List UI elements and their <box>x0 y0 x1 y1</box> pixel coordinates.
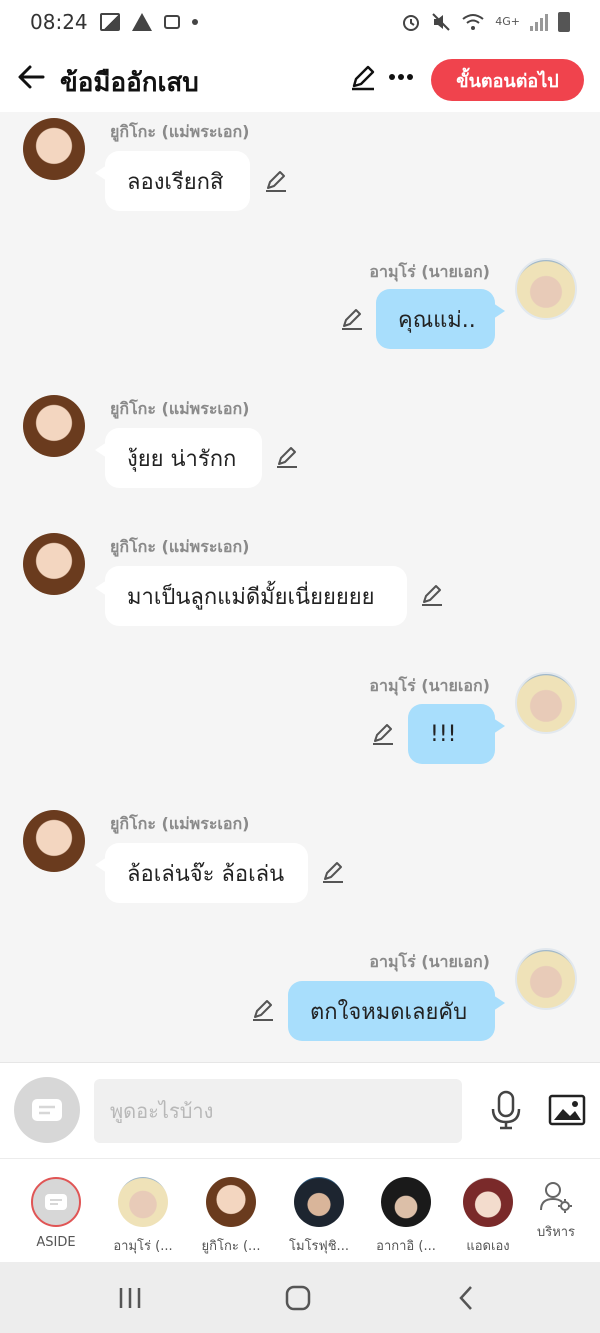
top-header: ข้อมืออักเสบ ขั้นตอนต่อไป <box>0 44 600 112</box>
note-icon <box>32 1099 62 1121</box>
video-icon <box>163 15 180 29</box>
back-button[interactable] <box>14 60 48 94</box>
system-nav-bar <box>0 1262 600 1333</box>
edit-message-icon[interactable] <box>419 582 445 608</box>
voice-button[interactable] <box>488 1089 524 1131</box>
avatar-yukiko[interactable] <box>23 810 85 872</box>
character-amuro[interactable]: อามุโร่ (... <box>103 1177 183 1256</box>
chevron-left-icon <box>459 1286 472 1310</box>
sender-name: ยูกิโกะ (แม่พระเอก) <box>110 814 250 833</box>
avatar <box>294 1177 344 1227</box>
sender-name: อามุโร่ (นายเอก) <box>369 952 490 971</box>
status-bar: 08:24 4G+ <box>0 0 600 44</box>
pencil-icon <box>352 65 375 91</box>
gallery-icon <box>99 13 120 31</box>
avatar-amuro[interactable] <box>515 258 577 320</box>
composer <box>0 1062 600 1158</box>
avatar-amuro[interactable] <box>515 672 577 734</box>
message-bubble[interactable]: !!! <box>408 704 505 764</box>
aside-button[interactable] <box>14 1077 80 1143</box>
character-name: อามุโร่ (... <box>113 1239 173 1254</box>
notification-dot-icon <box>191 19 198 25</box>
recent-apps-button[interactable] <box>110 1280 150 1316</box>
character-name: อากาอิ (... <box>376 1239 436 1254</box>
page-title: ข้อมืออักเสบ <box>60 68 199 98</box>
network-type: 4G+ <box>495 15 520 28</box>
note-icon <box>45 1194 67 1210</box>
wifi-icon <box>462 14 484 30</box>
sender-name: อามุโร่ (นายเอก) <box>369 262 490 281</box>
back-nav-button[interactable] <box>446 1280 486 1316</box>
arrow-left-icon <box>18 65 45 89</box>
sender-name: อามุโร่ (นายเอก) <box>369 676 490 695</box>
image-icon <box>548 1094 586 1126</box>
message-bubble[interactable]: มาเป็นลูกแม่ดีมั้ยเนี่ยยยยย <box>95 566 407 626</box>
character-yukiko[interactable]: ยูกิโกะ (... <box>191 1177 271 1256</box>
edit-message-icon[interactable] <box>320 859 346 885</box>
character-aside[interactable]: ASIDE <box>16 1177 96 1250</box>
status-time: 08:24 <box>30 10 88 34</box>
character-name: ยูกิโกะ (... <box>201 1239 261 1254</box>
edit-message-icon[interactable] <box>339 306 365 332</box>
character-akai[interactable]: อากาอิ (... <box>366 1177 446 1256</box>
manage-label: บริหาร <box>536 1225 576 1240</box>
mute-icon <box>432 13 450 31</box>
battery-icon <box>558 12 570 32</box>
signal-icon <box>530 13 548 31</box>
message-bubble[interactable]: คุณแม่.. <box>376 289 505 349</box>
edit-message-icon[interactable] <box>250 997 276 1023</box>
edit-message-icon[interactable] <box>370 721 396 747</box>
microphone-icon <box>491 1090 521 1130</box>
avatar-amuro[interactable] <box>515 948 577 1010</box>
character-admin[interactable]: แอดเอง <box>448 1177 528 1256</box>
avatar <box>206 1177 256 1227</box>
recent-apps-icon <box>119 1288 141 1308</box>
avatar <box>381 1177 431 1227</box>
avatar-yukiko[interactable] <box>23 395 85 457</box>
message-input[interactable] <box>94 1079 462 1143</box>
next-step-button[interactable]: ขั้นตอนต่อไป <box>431 59 584 101</box>
aside-avatar <box>31 1177 81 1227</box>
sender-name: ยูกิโกะ (แม่พระเอก) <box>110 399 250 418</box>
character-name: แอดเอง <box>466 1239 510 1254</box>
home-icon <box>285 1285 311 1311</box>
message-bubble[interactable]: ลองเรียกสิ <box>95 151 250 211</box>
sender-name: ยูกิโกะ (แม่พระเอก) <box>110 537 250 556</box>
avatar <box>463 1177 513 1227</box>
message-bubble[interactable]: ตกใจหมดเลยคับ <box>288 981 505 1041</box>
more-options-button[interactable] <box>386 62 416 92</box>
character-bar: ASIDE อามุโร่ (... ยูกิโกะ (... โมโรฟุชิ… <box>0 1158 600 1262</box>
sender-name: ยูกิโกะ (แม่พระเอก) <box>110 122 250 141</box>
alarm-icon <box>403 15 420 31</box>
edit-title-button[interactable] <box>348 62 378 92</box>
warning-icon <box>131 13 152 31</box>
manage-characters-button[interactable]: บริหาร <box>528 1179 584 1242</box>
avatar-yukiko[interactable] <box>23 533 85 595</box>
character-morofushi[interactable]: โมโรฟุชิ... <box>279 1177 359 1256</box>
avatar-yukiko[interactable] <box>23 118 85 180</box>
message-bubble[interactable]: งุ้ยย น่ารักก <box>95 428 262 488</box>
avatar <box>118 1177 168 1227</box>
chat-area[interactable]: ยูกิโกะ (แม่พระเอก) ลองเรียกสิ อามุโร่ (… <box>0 112 600 1062</box>
image-button[interactable] <box>548 1093 586 1127</box>
user-settings-icon <box>540 1182 572 1213</box>
message-bubble[interactable]: ล้อเล่นจ๊ะ ล้อเล่น <box>95 843 308 903</box>
edit-message-icon[interactable] <box>274 444 300 470</box>
character-name: ASIDE <box>36 1235 76 1250</box>
edit-message-icon[interactable] <box>263 168 289 194</box>
character-name: โมโรฟุชิ... <box>289 1239 349 1254</box>
dots-horizontal-icon <box>389 74 413 80</box>
home-button[interactable] <box>278 1280 318 1316</box>
